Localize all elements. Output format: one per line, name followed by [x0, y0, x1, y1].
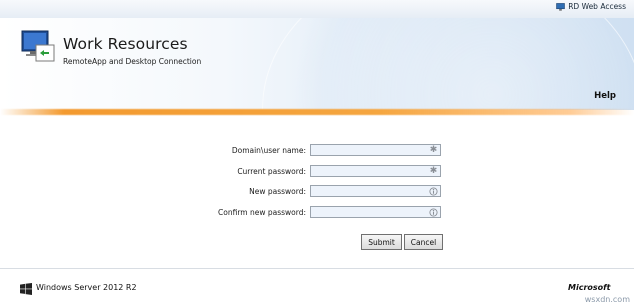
cancel-button[interactable]: Cancel — [404, 234, 443, 250]
info-circle-icon — [429, 208, 438, 217]
windows-server-label: Windows Server 2012 R2 — [36, 283, 137, 292]
header-accent-line — [0, 109, 634, 115]
header-banner: Work Resources RemoteApp and Desktop Con… — [0, 18, 634, 110]
new-password-input[interactable] — [311, 194, 425, 205]
submit-button[interactable]: Submit — [361, 234, 402, 250]
remote-desktop-icon — [21, 30, 55, 62]
rd-web-access-link[interactable]: RD Web Access — [556, 2, 626, 11]
info-circle-icon — [429, 187, 438, 196]
footer-divider — [0, 268, 634, 269]
domain-user-field[interactable]: ✱ — [310, 144, 441, 164]
confirm-password-field[interactable] — [310, 206, 441, 226]
page-subtitle: RemoteApp and Desktop Connection — [63, 57, 202, 66]
new-password-label: New password: — [249, 187, 306, 196]
asterisk-icon: ✱ — [429, 145, 438, 155]
asterisk-icon: ✱ — [429, 166, 438, 176]
confirm-password-input[interactable] — [311, 215, 425, 226]
windows-logo-icon — [20, 283, 32, 295]
domain-user-label: Domain\user name: — [231, 146, 306, 155]
domain-user-input[interactable] — [311, 153, 425, 164]
microsoft-logo: Microsoft — [568, 283, 611, 292]
new-password-field[interactable] — [310, 185, 441, 205]
rd-web-access-label: RD Web Access — [568, 2, 626, 11]
current-password-label: Current password: — [237, 167, 306, 176]
watermark-text: wsxdn.com — [584, 295, 630, 304]
top-strip: RD Web Access — [0, 0, 634, 19]
current-password-field[interactable]: ✱ — [310, 165, 441, 185]
confirm-password-label: Confirm new password: — [218, 208, 306, 217]
globe-decoration — [262, 18, 634, 110]
monitor-icon — [556, 2, 565, 11]
help-link[interactable]: Help — [594, 91, 616, 101]
page-title: Work Resources — [63, 35, 188, 53]
current-password-input[interactable] — [311, 174, 425, 185]
